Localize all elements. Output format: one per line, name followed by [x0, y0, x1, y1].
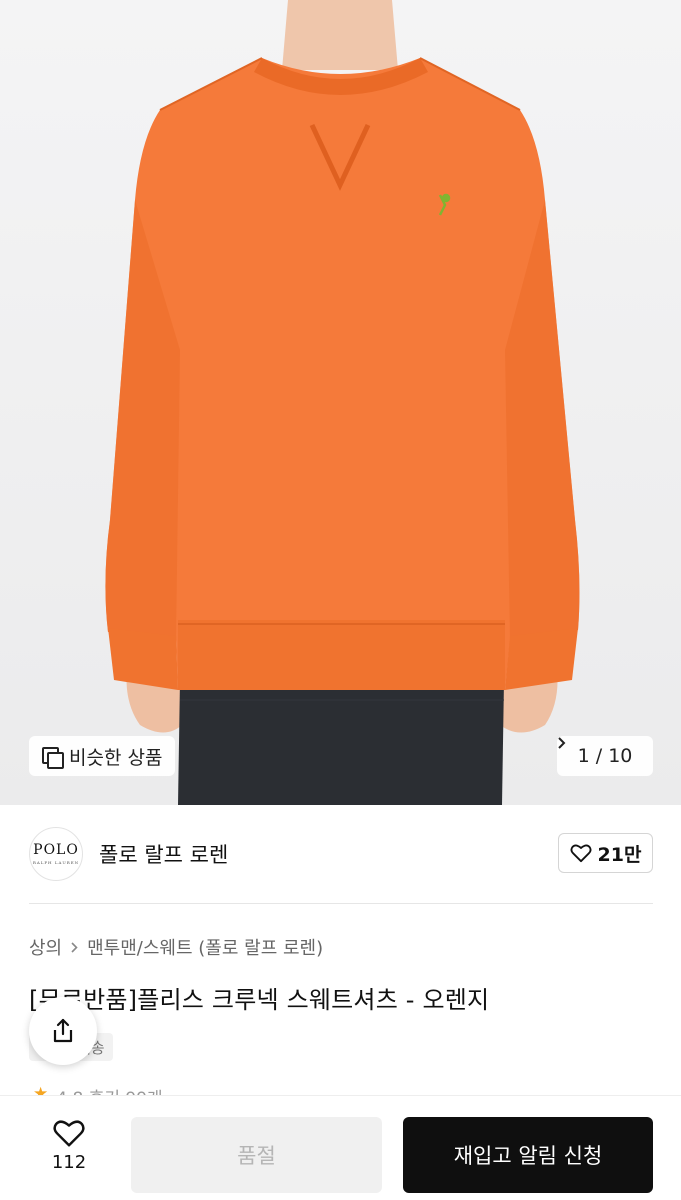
share-button[interactable]: [29, 997, 97, 1065]
wishlist-count: 112: [51, 1152, 87, 1173]
heart-icon: [570, 844, 592, 863]
restock-alert-button[interactable]: 재입고 알림 신청: [403, 1117, 653, 1193]
similar-items-icon: [41, 746, 64, 769]
brand-like-count: 21만: [597, 843, 642, 866]
chevron-right-icon: [558, 737, 566, 749]
image-counter-text: 1 / 10: [577, 745, 633, 767]
soldout-button[interactable]: 품절: [131, 1117, 382, 1193]
brand-like-button[interactable]: 21만: [558, 833, 653, 873]
breadcrumb-category[interactable]: 상의: [29, 934, 62, 960]
bottom-action-bar: 112 품절 재입고 알림 신청: [0, 1095, 681, 1200]
share-icon: [53, 1018, 73, 1043]
divider: [29, 903, 653, 904]
product-photo: [105, 0, 580, 805]
brand-logo-subtext: RALPH LAUREN: [32, 860, 80, 865]
heart-icon: [53, 1120, 85, 1147]
brand-logo-text: POLO: [33, 842, 79, 858]
product-page: 비슷한 상품 1 / 10 POLO RALPH LAUREN 폴로 랄프 로렌…: [0, 0, 681, 1200]
brand-name-link[interactable]: 폴로 랄프 로렌: [99, 839, 228, 869]
brand-logo[interactable]: POLO RALPH LAUREN: [29, 827, 83, 881]
wishlist-button[interactable]: 112: [36, 1118, 102, 1173]
product-image-gallery[interactable]: 비슷한 상품 1 / 10: [0, 0, 681, 805]
breadcrumb: 상의 맨투맨/스웨트 (폴로 랄프 로렌): [29, 934, 323, 960]
similar-products-label: 비슷한 상품: [69, 746, 163, 769]
image-counter-button[interactable]: 1 / 10: [557, 736, 653, 776]
product-title: [무료반품]플리스 크루넥 스웨트셔츠 - 오렌지: [29, 986, 490, 1014]
brand-row: POLO RALPH LAUREN 폴로 랄프 로렌 21만: [29, 827, 653, 881]
breadcrumb-subcategory[interactable]: 맨투맨/스웨트 (폴로 랄프 로렌): [87, 934, 323, 960]
chevron-right-icon: [71, 941, 78, 953]
similar-products-button[interactable]: 비슷한 상품: [29, 736, 176, 776]
